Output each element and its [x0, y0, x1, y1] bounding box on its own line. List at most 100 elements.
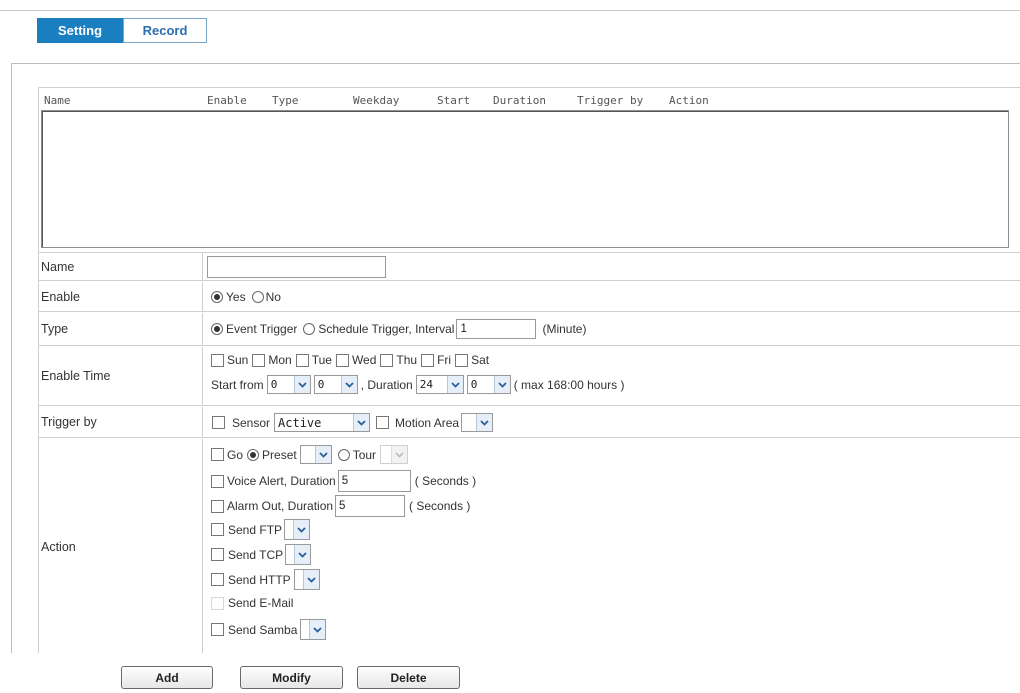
send-samba-value — [301, 620, 309, 639]
chevron-down-icon — [293, 376, 310, 393]
tour-label: Tour — [352, 447, 377, 462]
interval-unit: (Minute) — [542, 322, 587, 336]
mon-checkbox[interactable] — [252, 353, 266, 367]
col-start: Start — [437, 94, 471, 107]
chevron-down-icon — [293, 520, 310, 539]
weekday-checkboxes: Sun Mon Tue Wed Thu Fri Sat — [211, 353, 493, 367]
tab-record[interactable]: Record — [123, 18, 207, 43]
enable-no-label: No — [265, 290, 281, 304]
motion-area-value — [462, 414, 476, 431]
alarm-out-checkbox[interactable] — [211, 499, 224, 513]
duration-minute-select[interactable]: 0 — [466, 375, 511, 394]
wed-label: Wed — [351, 353, 377, 367]
send-samba-checkbox[interactable] — [211, 623, 224, 636]
start-minute-select[interactable]: 0 — [313, 375, 358, 394]
chevron-down-icon — [314, 446, 331, 463]
preset-radio[interactable] — [247, 448, 260, 461]
send-tcp-checkbox[interactable] — [211, 548, 224, 561]
sat-checkbox[interactable] — [455, 353, 469, 367]
chevron-down-icon — [309, 620, 326, 639]
start-from-label: Start from — [211, 377, 264, 392]
send-ftp-checkbox[interactable] — [211, 523, 224, 536]
event-config-grid: Name Enable Type Weekday Start Duration … — [38, 87, 1020, 653]
row-name: Name — [39, 253, 1020, 281]
wed-checkbox[interactable] — [335, 353, 349, 367]
chevron-down-icon — [302, 570, 319, 589]
motion-area-checkbox[interactable] — [376, 416, 390, 429]
fri-checkbox[interactable] — [421, 353, 435, 367]
chevron-down-icon — [493, 376, 510, 393]
sensor-value: Active — [278, 415, 322, 430]
send-http-select[interactable] — [293, 569, 320, 590]
go-label: Go — [227, 447, 244, 462]
start-hour-value: 0 — [270, 378, 278, 391]
chevron-down-icon — [294, 545, 311, 564]
settings-panel: Name Enable Type Weekday Start Duration … — [11, 63, 1020, 653]
preset-value — [301, 446, 315, 463]
send-ftp-select[interactable] — [284, 519, 311, 540]
interval-input[interactable]: 1 — [456, 319, 537, 339]
send-http-checkbox[interactable] — [211, 573, 224, 586]
thu-checkbox[interactable] — [380, 353, 394, 367]
row-action: Action Go Preset Tour Voice Alert, Durat… — [39, 439, 1020, 653]
mon-label: Mon — [268, 353, 292, 367]
preset-select[interactable] — [299, 445, 332, 464]
sun-checkbox[interactable] — [211, 353, 224, 367]
tour-radio[interactable] — [337, 448, 350, 461]
chevron-down-icon — [340, 376, 357, 393]
sensor-select[interactable]: Active — [274, 413, 371, 432]
send-ftp-label: Send FTP — [228, 522, 283, 537]
trigger-by-label: Trigger by — [39, 407, 203, 437]
send-tcp-label: Send TCP — [228, 547, 284, 562]
alarm-duration-input[interactable]: 5 — [335, 495, 406, 517]
alarm-duration-unit: ( Seconds ) — [409, 499, 471, 513]
event-list-header: Name Enable Type Weekday Start Duration … — [39, 88, 1020, 111]
send-tcp-select[interactable] — [285, 544, 312, 565]
sun-label: Sun — [227, 353, 249, 367]
duration-hour-select[interactable]: 24 — [415, 375, 464, 394]
duration-hour-value: 24 — [419, 378, 433, 391]
tour-select[interactable] — [380, 445, 409, 464]
col-weekday: Weekday — [353, 94, 400, 107]
voice-duration-input[interactable]: 5 — [337, 470, 411, 492]
send-ftp-value — [285, 520, 293, 539]
voice-alert-checkbox[interactable] — [211, 474, 224, 488]
start-minute-value: 0 — [317, 378, 325, 391]
chevron-down-icon — [446, 376, 463, 393]
go-checkbox[interactable] — [211, 448, 224, 461]
tue-label: Tue — [311, 353, 332, 367]
action-label: Action — [39, 439, 203, 653]
col-action: Action — [669, 94, 709, 107]
col-type: Type — [272, 94, 299, 107]
send-samba-select[interactable] — [300, 619, 327, 640]
voice-duration-unit: ( Seconds ) — [414, 474, 477, 488]
sat-label: Sat — [471, 353, 490, 367]
delete-button[interactable]: Delete — [357, 666, 460, 689]
event-trigger-radio[interactable] — [211, 323, 223, 335]
motion-area-select[interactable] — [461, 413, 494, 432]
event-list[interactable] — [41, 110, 1009, 248]
schedule-trigger-radio[interactable] — [303, 323, 316, 335]
enable-label: Enable — [39, 282, 203, 311]
fri-label: Fri — [437, 353, 452, 367]
sensor-checkbox[interactable] — [212, 416, 225, 429]
enable-no-radio[interactable] — [251, 291, 264, 303]
col-trigger-by: Trigger by — [577, 94, 644, 107]
add-button[interactable]: Add — [121, 666, 213, 689]
duration-minute-value: 0 — [470, 378, 478, 391]
col-name: Name — [44, 94, 71, 107]
modify-button[interactable]: Modify — [240, 666, 343, 689]
send-email-checkbox[interactable] — [211, 596, 224, 610]
tue-checkbox[interactable] — [295, 353, 309, 367]
thu-label: Thu — [396, 353, 418, 367]
chevron-down-icon — [353, 414, 370, 431]
tour-value — [381, 446, 391, 463]
start-hour-select[interactable]: 0 — [266, 375, 311, 394]
chevron-down-icon — [391, 446, 408, 463]
max-duration-note: ( max 168:00 hours ) — [513, 377, 625, 392]
tab-bar: Setting Record — [37, 18, 207, 43]
tab-setting[interactable]: Setting — [37, 18, 123, 43]
enable-yes-radio[interactable] — [211, 291, 223, 303]
name-input[interactable] — [207, 256, 386, 278]
row-type: Type Event Trigger Schedule Trigger, Int… — [39, 313, 1020, 346]
